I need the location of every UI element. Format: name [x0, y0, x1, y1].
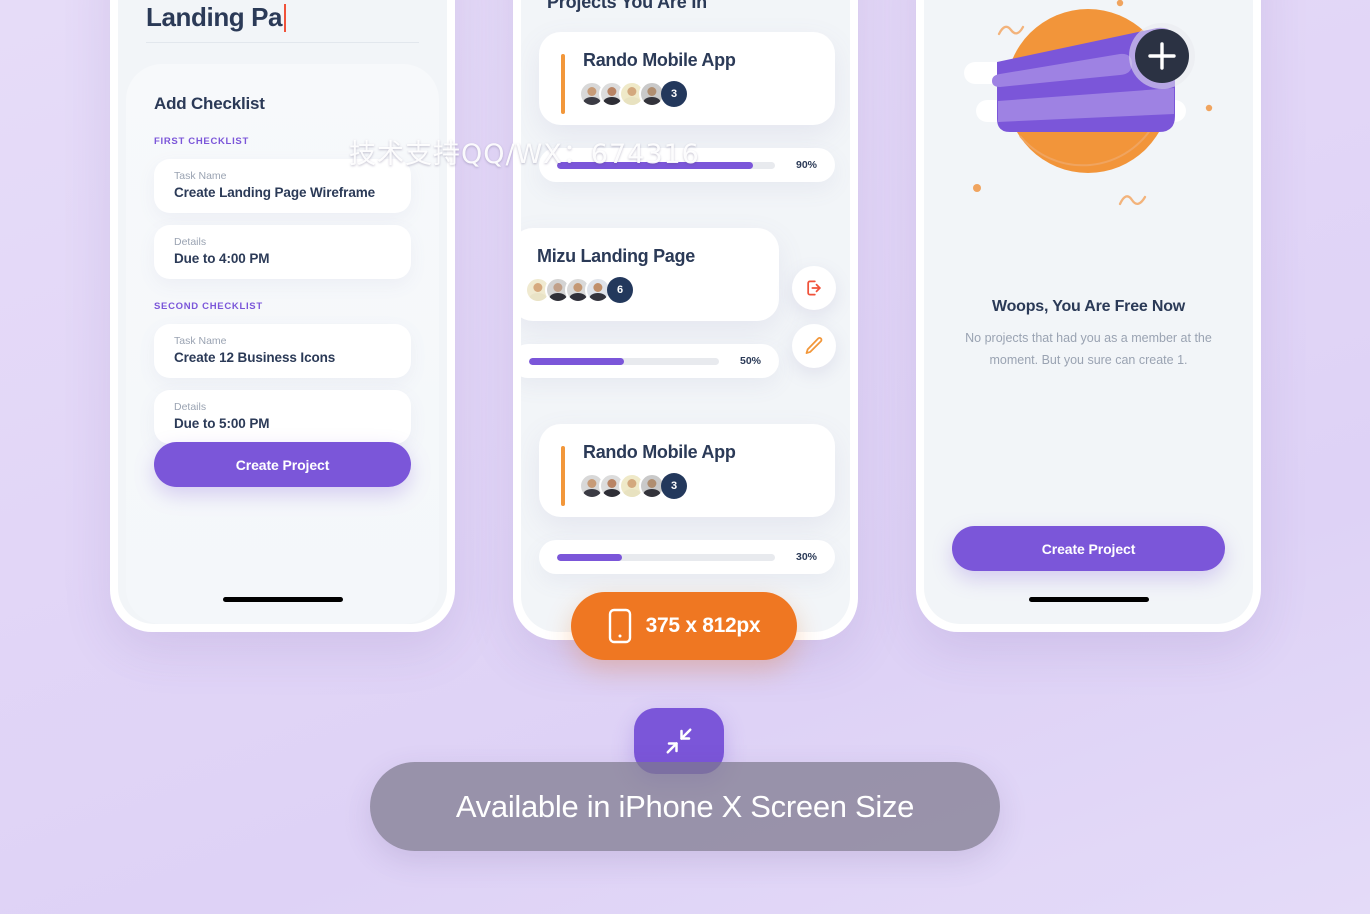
project-members[interactable]: 3	[539, 473, 835, 517]
progress-fill	[557, 161, 754, 169]
create-project-form: Landing Pa Add Checklist FIRST CHECKLIST…	[118, 0, 447, 624]
project-title-text: Landing Pa	[146, 2, 283, 32]
compress-arrows-icon	[666, 728, 692, 754]
availability-banner: Available in iPhone X Screen Size	[370, 762, 1000, 851]
project-title-input[interactable]: Landing Pa	[146, 2, 287, 33]
leave-project-button[interactable]	[792, 266, 836, 310]
project-members[interactable]: 3	[539, 81, 835, 125]
free-now-illustration	[964, 0, 1213, 245]
create-project-button[interactable]: Create Project	[154, 442, 411, 487]
project-card[interactable]: Rando Mobile App 3	[539, 424, 835, 517]
field-value: Create 12 Business Icons	[174, 350, 336, 365]
project-card[interactable]: Rando Mobile App 3	[539, 32, 835, 125]
second-task-name-field[interactable]: Task Name Create 12 Business Icons	[154, 324, 411, 378]
middle-phone-screen: Projects You Are In Rando Mobile App 3 9…	[521, 0, 850, 632]
project-members[interactable]: 6	[521, 277, 779, 321]
project-name: Rando Mobile App	[583, 50, 736, 70]
home-indicator	[1028, 597, 1149, 602]
project-name: Mizu Landing Page	[537, 246, 695, 266]
pencil-icon	[805, 337, 823, 354]
empty-state-screen: Woops, You Are Free Now No projects that…	[924, 0, 1253, 624]
second-details-field[interactable]: Details Due to 5:00 PM	[154, 390, 411, 444]
member-overflow-badge: 3	[661, 81, 687, 107]
exit-icon	[807, 280, 821, 296]
right-phone-screen: Woops, You Are Free Now No projects that…	[924, 0, 1253, 624]
member-overflow-badge: 3	[661, 473, 687, 499]
screen-size-label: 375 x 812px	[645, 614, 761, 637]
progress-track	[529, 357, 719, 365]
add-checklist-heading: Add Checklist	[154, 94, 265, 113]
availability-label: Available in iPhone X Screen Size	[455, 788, 915, 824]
second-checklist-label: SECOND CHECKLIST	[154, 301, 263, 312]
left-phone-screen: Landing Pa Add Checklist FIRST CHECKLIST…	[118, 0, 447, 624]
project-progress: 90%	[539, 148, 835, 182]
project-card-swiped[interactable]: Mizu Landing Page 6	[521, 228, 779, 321]
projects-heading: Projects You Are In	[547, 0, 707, 12]
field-value: Create Landing Page Wireframe	[174, 185, 376, 200]
project-name: Rando Mobile App	[583, 442, 736, 462]
edit-project-button[interactable]	[792, 324, 836, 368]
progress-percent: 90%	[795, 159, 817, 171]
project-accent-bar	[561, 54, 565, 114]
project-accent-bar	[561, 446, 565, 506]
empty-state-description: No projects that had you as a member at …	[965, 331, 1212, 367]
empty-state-title: Woops, You Are Free Now	[991, 298, 1186, 315]
title-underline	[146, 42, 419, 43]
phone-frame-left: Landing Pa Add Checklist FIRST CHECKLIST…	[110, 0, 455, 632]
progress-fill	[557, 553, 623, 561]
home-indicator	[222, 597, 343, 602]
progress-percent: 30%	[795, 551, 817, 563]
field-value: Due to 5:00 PM	[174, 416, 270, 431]
projects-list-screen: Projects You Are In Rando Mobile App 3 9…	[521, 0, 850, 632]
swipe-action-group	[792, 266, 836, 368]
project-progress: 30%	[539, 540, 835, 574]
project-progress: 50%	[521, 344, 779, 378]
field-label: Details	[174, 401, 207, 413]
add-checklist-card: Add Checklist FIRST CHECKLIST Task Name …	[126, 64, 439, 624]
progress-track	[557, 553, 775, 561]
first-task-name-field[interactable]: Task Name Create Landing Page Wireframe	[154, 159, 411, 213]
phone-frame-middle: Projects You Are In Rando Mobile App 3 9…	[513, 0, 858, 640]
phone-frame-right: Woops, You Are Free Now No projects that…	[916, 0, 1261, 632]
progress-track	[557, 161, 775, 169]
empty-state-illustration	[924, 0, 1253, 245]
mobile-phone-icon	[608, 608, 631, 644]
field-value: Due to 4:00 PM	[174, 251, 270, 266]
field-label: Task Name	[174, 170, 227, 182]
progress-percent: 50%	[739, 355, 761, 367]
text-caret-icon	[284, 3, 287, 32]
first-details-field[interactable]: Details Due to 4:00 PM	[154, 225, 411, 279]
field-label: Details	[174, 236, 207, 248]
create-project-button[interactable]: Create Project	[952, 526, 1225, 571]
screen-size-badge: 375 x 812px	[571, 592, 797, 660]
progress-fill	[529, 357, 624, 365]
first-checklist-label: FIRST CHECKLIST	[154, 136, 249, 147]
member-overflow-badge: 6	[607, 277, 633, 303]
field-label: Task Name	[174, 335, 227, 347]
